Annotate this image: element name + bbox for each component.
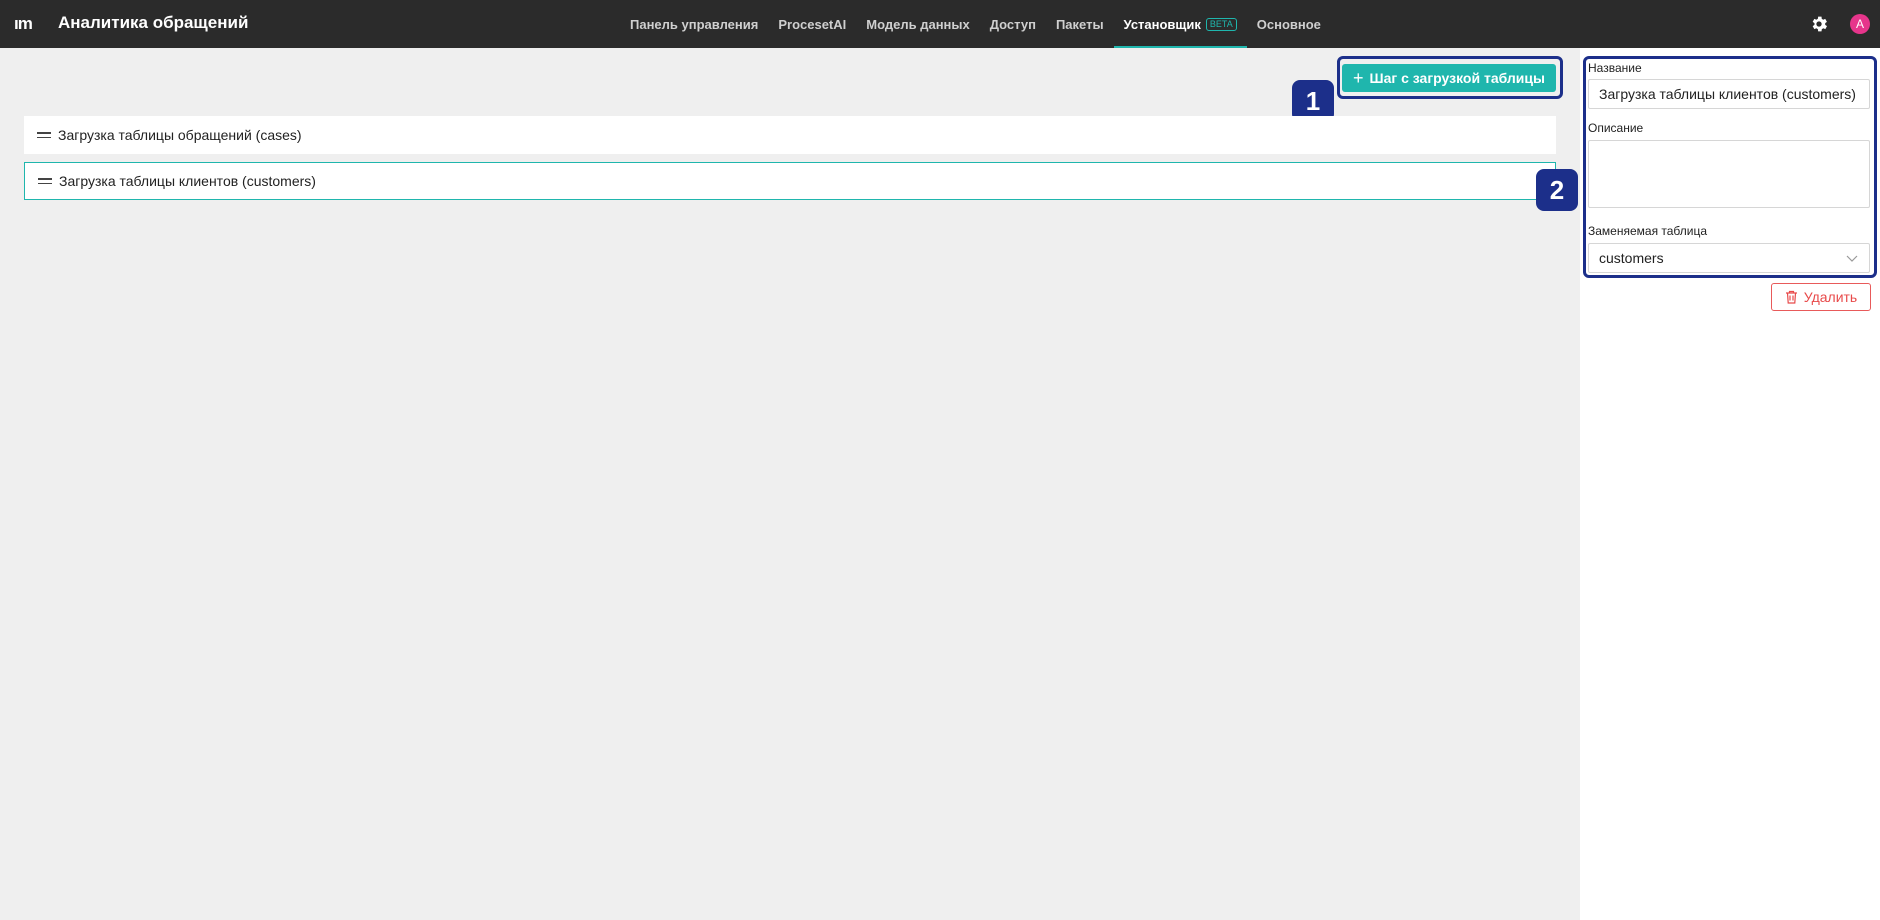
delete-step-button[interactable]: Удалить [1771,283,1871,311]
plus-icon: + [1353,68,1364,88]
main-nav: Панель управления ProcesetAI Модель данн… [620,0,1331,48]
step-label: Загрузка таблицы клиентов (customers) [59,173,316,189]
nav-item-label: Доступ [989,16,1036,32]
nav-item-label: Основное [1256,16,1321,32]
description-textarea[interactable] [1588,140,1870,208]
add-step-label: Шаг с загрузкой таблицы [1369,70,1545,86]
nav-item-packages[interactable]: Пакеты [1046,0,1114,48]
step-row[interactable]: Загрузка таблицы обращений (cases) [24,116,1556,154]
nav-item-general[interactable]: Основное [1247,0,1331,48]
name-input[interactable] [1588,79,1870,109]
callout-marker-2: 2 [1536,169,1578,211]
app-logo[interactable]: ım [14,14,33,34]
drag-handle-icon[interactable] [37,129,51,141]
nav-item-label: ProcesetAI [778,16,847,32]
step-label: Загрузка таблицы обращений (cases) [58,127,302,143]
trash-icon [1785,290,1797,304]
chevron-down-icon [1846,255,1858,262]
nav-item-installer[interactable]: Установщик BETA [1113,0,1247,48]
replaced-table-field-label: Заменяемая таблица [1588,224,1708,238]
delete-label: Удалить [1803,289,1858,305]
nav-item-access[interactable]: Доступ [980,0,1046,48]
add-table-load-step-button[interactable]: + Шаг с загрузкой таблицы [1342,64,1556,92]
replaced-table-value: customers [1599,250,1664,266]
user-avatar[interactable]: A [1850,14,1870,34]
top-bar: ım Аналитика обращений Панель управления… [0,0,1880,48]
gear-icon[interactable] [1809,14,1829,34]
nav-item-data-model[interactable]: Модель данных [856,0,979,48]
nav-item-dashboard[interactable]: Панель управления [620,0,768,48]
description-field-label: Описание [1588,121,1644,135]
nav-item-procesetai[interactable]: ProcesetAI [768,0,856,48]
step-row-selected[interactable]: Загрузка таблицы клиентов (customers) [24,162,1556,200]
replaced-table-select[interactable]: customers [1588,243,1870,273]
nav-item-label: Модель данных [866,16,970,32]
app-title: Аналитика обращений [58,13,249,32]
drag-handle-icon[interactable] [38,175,52,187]
nav-item-label: Панель управления [630,16,759,32]
name-field-label: Название [1588,61,1642,75]
nav-item-label: Пакеты [1055,16,1104,32]
beta-badge: BETA [1205,17,1237,31]
nav-item-label: Установщик [1123,16,1201,32]
